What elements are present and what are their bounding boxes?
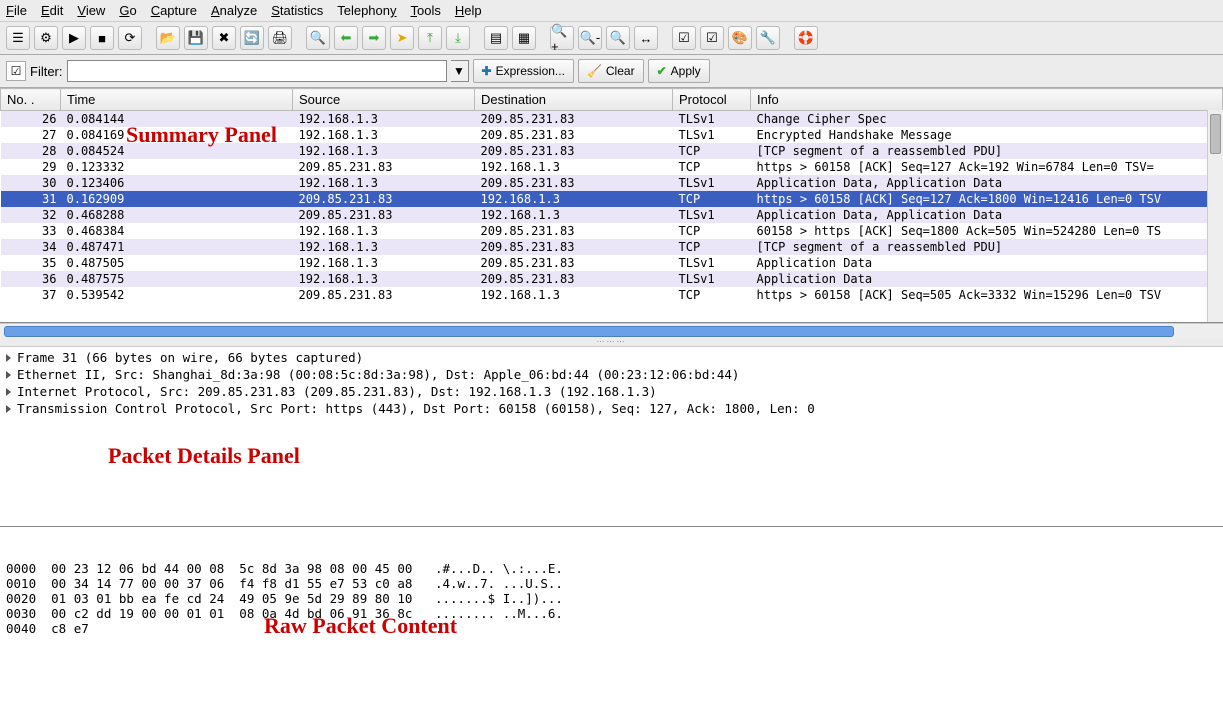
table-row[interactable]: 330.468384192.168.1.3209.85.231.83TCP601… xyxy=(1,223,1223,239)
clear-label: Clear xyxy=(606,64,635,78)
resize-cols-icon[interactable]: ↔ xyxy=(634,26,658,50)
filter-icon[interactable]: ☑ xyxy=(6,61,26,81)
jump-icon[interactable]: ➤ xyxy=(390,26,414,50)
col-header-protocol[interactable]: Protocol xyxy=(673,89,751,111)
expression-button[interactable]: ✚Expression... xyxy=(473,59,574,83)
col-header-no[interactable]: No. . xyxy=(1,89,61,111)
reload-icon[interactable]: 🔄 xyxy=(240,26,264,50)
main-toolbar: ☰ ⚙ ▶ ■ ⟳ 📂 💾 ✖ 🔄 🖨 🔍 ⬅ ➡ ➤ ⤒ ⤓ ▤ ▦ 🔍+ 🔍… xyxy=(0,22,1223,55)
menu-go[interactable]: Go xyxy=(119,3,136,18)
table-row[interactable]: 370.539542209.85.231.83192.168.1.3TCPhtt… xyxy=(1,287,1223,303)
clear-button[interactable]: 🧹Clear xyxy=(578,59,644,83)
list-interfaces-icon[interactable]: ☰ xyxy=(6,26,30,50)
menu-analyze[interactable]: Analyze xyxy=(211,3,257,18)
packet-list-panel: Summary Panel No. . Time Source Destinat… xyxy=(0,88,1223,323)
expand-triangle-icon[interactable] xyxy=(6,405,11,413)
hex-line[interactable]: 0000 00 23 12 06 bd 44 00 08 5c 8d 3a 98… xyxy=(6,561,1217,576)
start-capture-icon[interactable]: ▶ xyxy=(62,26,86,50)
filter-toolbar: ☑ Filter: ▼ ✚Expression... 🧹Clear ✔Apply xyxy=(0,55,1223,88)
zoom-reset-icon[interactable]: 🔍 xyxy=(606,26,630,50)
display-filter-icon[interactable]: ☑ xyxy=(700,26,724,50)
packet-bytes-panel: 0000 00 23 12 06 bd 44 00 08 5c 8d 3a 98… xyxy=(0,527,1223,716)
close-icon[interactable]: ✖ xyxy=(212,26,236,50)
back-icon[interactable]: ⬅ xyxy=(334,26,358,50)
table-row[interactable]: 350.487505192.168.1.3209.85.231.83TLSv1A… xyxy=(1,255,1223,271)
forward-icon[interactable]: ➡ xyxy=(362,26,386,50)
table-row[interactable]: 270.084169192.168.1.3209.85.231.83TLSv1E… xyxy=(1,127,1223,143)
menu-tools[interactable]: Tools xyxy=(411,3,441,18)
annotation-details: Packet Details Panel xyxy=(108,443,300,469)
col-header-destination[interactable]: Destination xyxy=(475,89,673,111)
table-row[interactable]: 340.487471192.168.1.3209.85.231.83TCP[TC… xyxy=(1,239,1223,255)
expression-label: Expression... xyxy=(496,64,565,78)
table-row[interactable]: 310.162909209.85.231.83192.168.1.3TCPhtt… xyxy=(1,191,1223,207)
print-icon[interactable]: 🖨 xyxy=(268,26,292,50)
col-header-source[interactable]: Source xyxy=(293,89,475,111)
menu-help[interactable]: Help xyxy=(455,3,482,18)
detail-tree-item[interactable]: Ethernet II, Src: Shanghai_8d:3a:98 (00:… xyxy=(0,366,1223,383)
menu-view[interactable]: View xyxy=(77,3,105,18)
filter-dropdown[interactable]: ▼ xyxy=(451,60,469,82)
open-icon[interactable]: 📂 xyxy=(156,26,180,50)
menu-statistics[interactable]: Statistics xyxy=(271,3,323,18)
colorize-icon[interactable]: 🎨 xyxy=(728,26,752,50)
splitter[interactable]: ⋯⋯⋯ xyxy=(0,339,1223,347)
table-row[interactable]: 360.487575192.168.1.3209.85.231.83TLSv1A… xyxy=(1,271,1223,287)
expand-triangle-icon[interactable] xyxy=(6,354,11,362)
collapse-icon[interactable]: ▦ xyxy=(512,26,536,50)
hex-line[interactable]: 0010 00 34 14 77 00 00 37 06 f4 f8 d1 55… xyxy=(6,576,1217,591)
menu-capture[interactable]: Capture xyxy=(151,3,197,18)
top-icon[interactable]: ⤒ xyxy=(418,26,442,50)
packet-details-panel: Frame 31 (66 bytes on wire, 66 bytes cap… xyxy=(0,347,1223,527)
col-header-info[interactable]: Info xyxy=(751,89,1223,111)
detail-tree-item[interactable]: Frame 31 (66 bytes on wire, 66 bytes cap… xyxy=(0,349,1223,366)
apply-button[interactable]: ✔Apply xyxy=(648,59,710,83)
menu-edit[interactable]: Edit xyxy=(41,3,63,18)
menu-telephony[interactable]: Telephony xyxy=(337,3,396,18)
capture-filter-icon[interactable]: ☑ xyxy=(672,26,696,50)
table-row[interactable]: 300.123406192.168.1.3209.85.231.83TLSv1A… xyxy=(1,175,1223,191)
capture-options-icon[interactable]: ⚙ xyxy=(34,26,58,50)
detail-tree-item[interactable]: Internet Protocol, Src: 209.85.231.83 (2… xyxy=(0,383,1223,400)
restart-capture-icon[interactable]: ⟳ xyxy=(118,26,142,50)
save-icon[interactable]: 💾 xyxy=(184,26,208,50)
expand-triangle-icon[interactable] xyxy=(6,388,11,396)
filter-input[interactable] xyxy=(67,60,447,82)
table-row[interactable]: 320.468288209.85.231.83192.168.1.3TLSv1A… xyxy=(1,207,1223,223)
table-row[interactable]: 290.123332209.85.231.83192.168.1.3TCPhtt… xyxy=(1,159,1223,175)
zoom-out-icon[interactable]: 🔍- xyxy=(578,26,602,50)
packet-list-table[interactable]: No. . Time Source Destination Protocol I… xyxy=(0,88,1223,303)
zoom-in-icon[interactable]: 🔍+ xyxy=(550,26,574,50)
col-header-time[interactable]: Time xyxy=(61,89,293,111)
expand-triangle-icon[interactable] xyxy=(6,371,11,379)
filter-label: Filter: xyxy=(30,64,63,79)
hex-line[interactable]: 0040 c8 e7 .. xyxy=(6,621,1217,636)
horizontal-scrollbar[interactable] xyxy=(0,323,1223,339)
table-row[interactable]: 260.084144192.168.1.3209.85.231.83TLSv1C… xyxy=(1,111,1223,128)
find-icon[interactable]: 🔍 xyxy=(306,26,330,50)
prefs-icon[interactable]: 🔧 xyxy=(756,26,780,50)
bottom-icon[interactable]: ⤓ xyxy=(446,26,470,50)
apply-label: Apply xyxy=(671,64,701,78)
help-icon[interactable]: 🛟 xyxy=(794,26,818,50)
stop-capture-icon[interactable]: ■ xyxy=(90,26,114,50)
menu-bar: File Edit View Go Capture Analyze Statis… xyxy=(0,0,1223,22)
detail-tree-item[interactable]: Transmission Control Protocol, Src Port:… xyxy=(0,400,1223,417)
hex-line[interactable]: 0020 01 03 01 bb ea fe cd 24 49 05 9e 5d… xyxy=(6,591,1217,606)
table-row[interactable]: 280.084524192.168.1.3209.85.231.83TCP[TC… xyxy=(1,143,1223,159)
menu-file[interactable]: File xyxy=(6,3,27,18)
hex-line[interactable]: 0030 00 c2 dd 19 00 00 01 01 08 0a 4d bd… xyxy=(6,606,1217,621)
vertical-scrollbar[interactable] xyxy=(1207,110,1223,322)
expand-icon[interactable]: ▤ xyxy=(484,26,508,50)
